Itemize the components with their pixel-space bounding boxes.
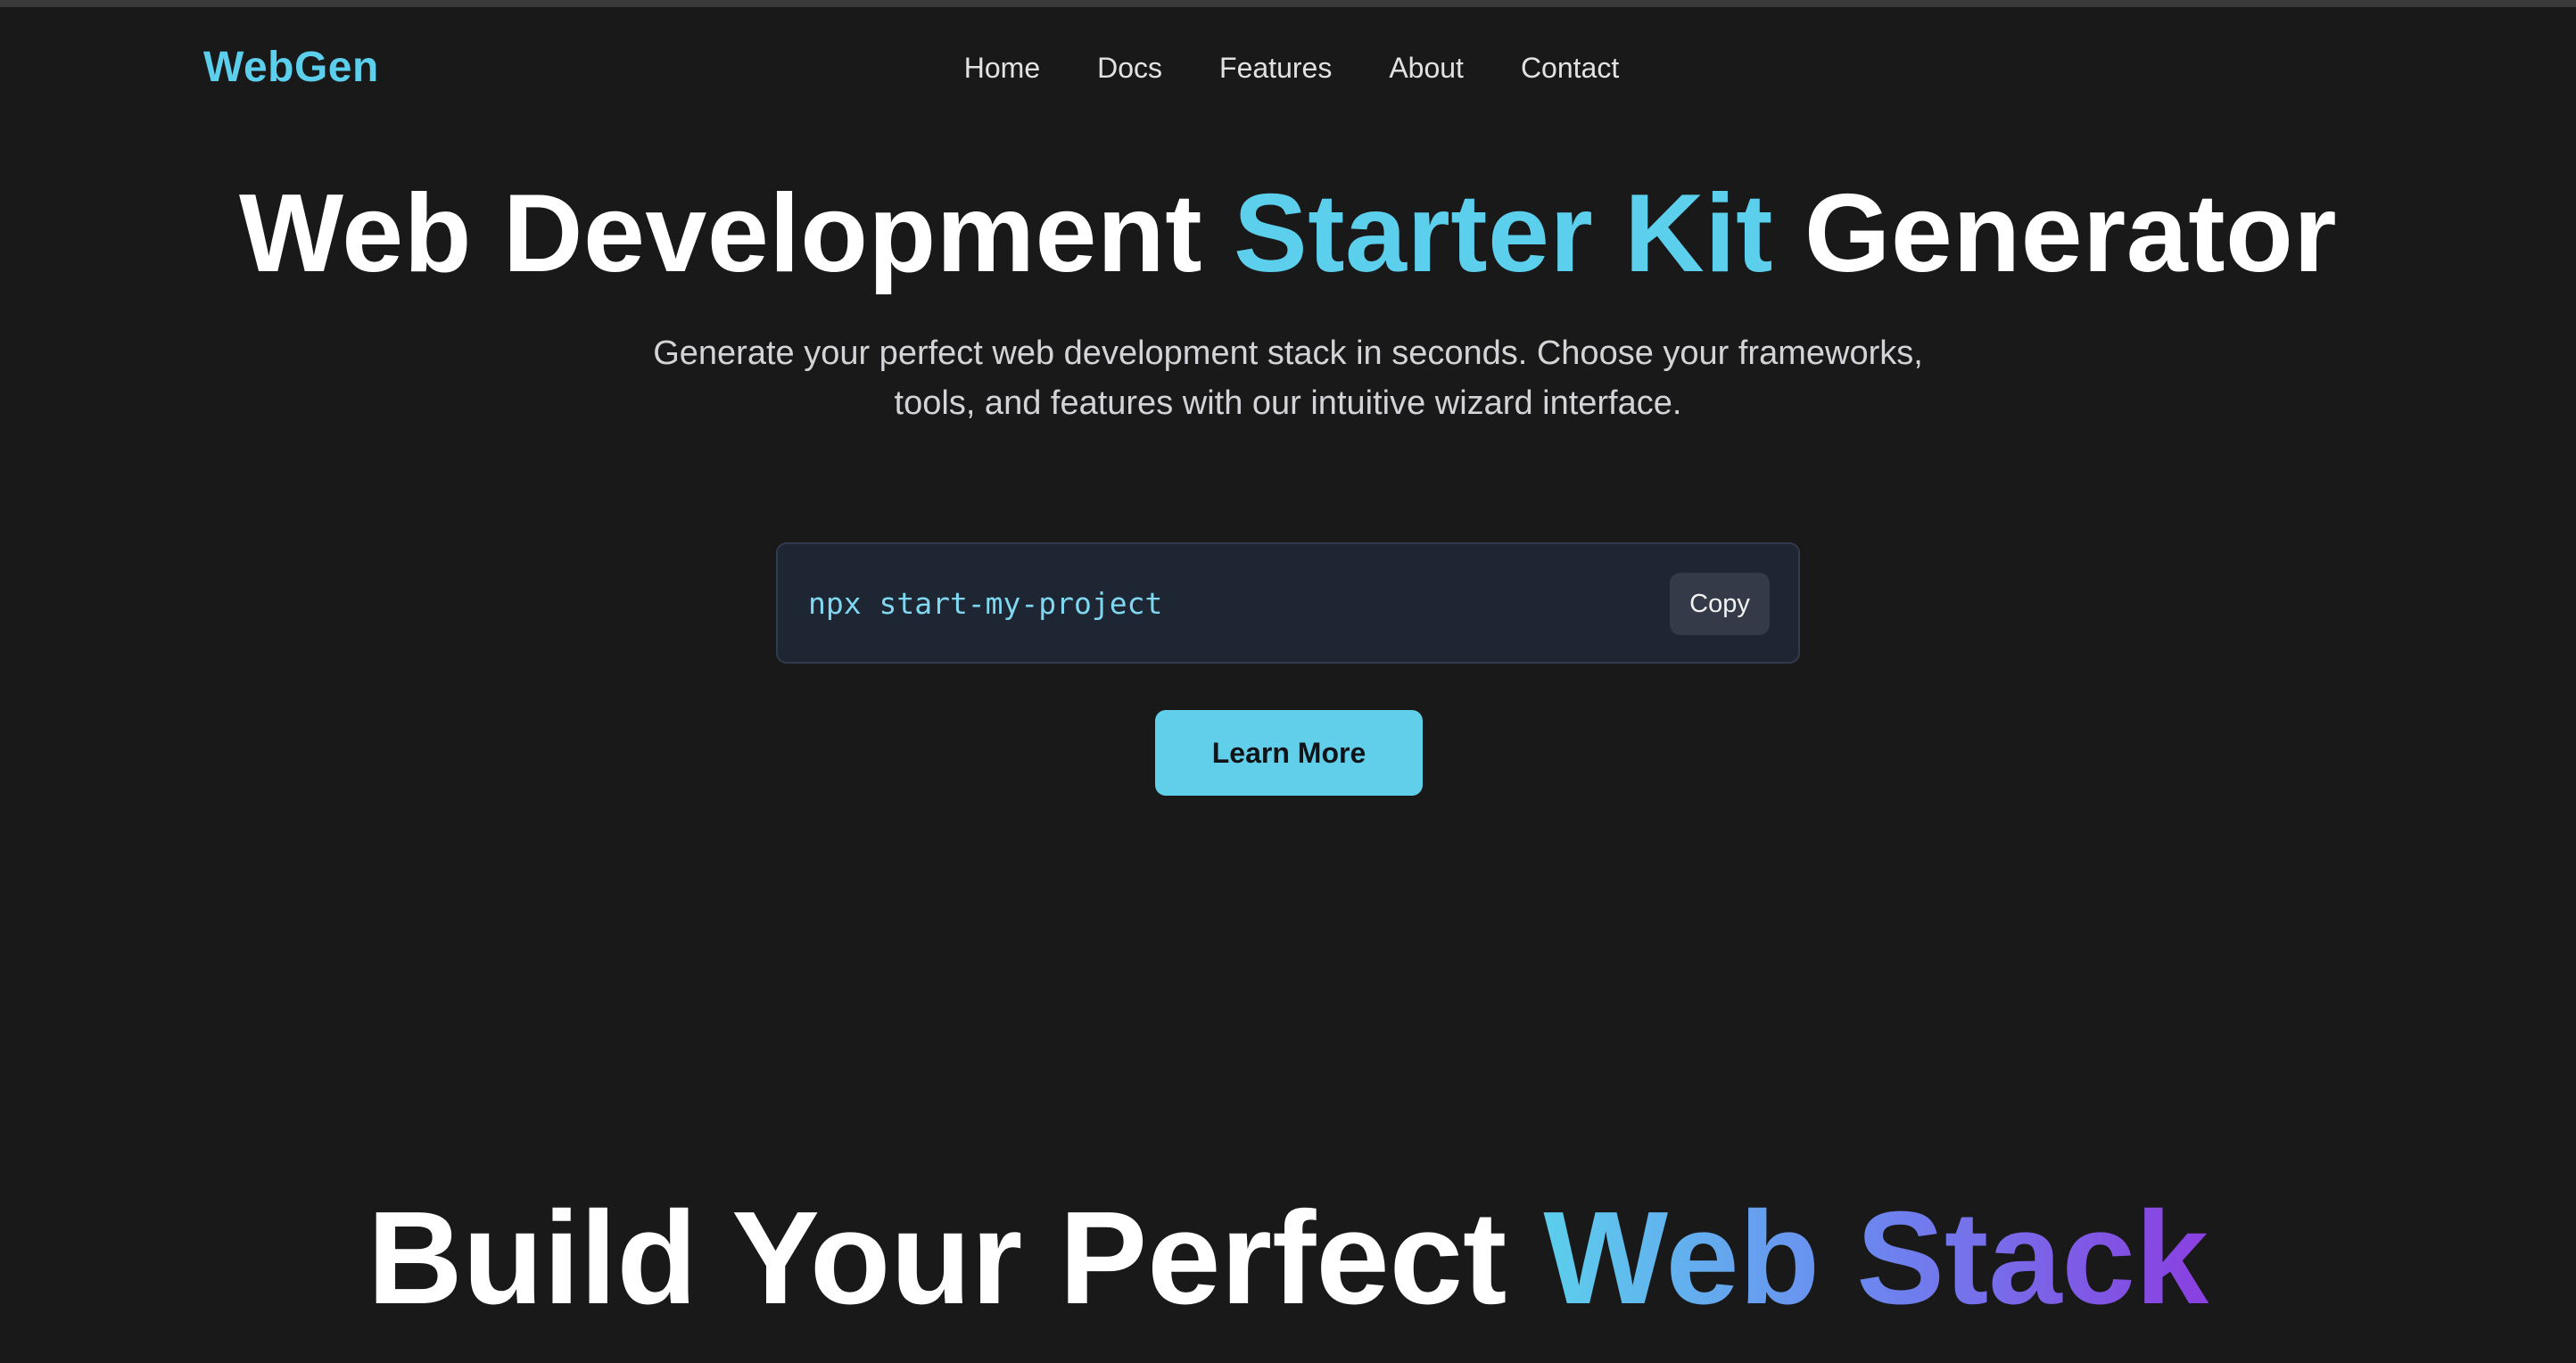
learn-more-button[interactable]: Learn More xyxy=(1155,710,1423,796)
command-box: npx start-my-project Copy xyxy=(776,542,1800,664)
navbar: WebGen Home Docs Features About Contact xyxy=(0,7,2576,121)
command-text[interactable]: npx start-my-project xyxy=(808,583,1162,624)
hero-subtitle: Generate your perfect web development st… xyxy=(0,328,2576,428)
nav-link-docs[interactable]: Docs xyxy=(1097,46,1162,89)
hero-title-accent: Starter Kit xyxy=(1233,172,1773,295)
page: WebGen Home Docs Features About Contact … xyxy=(0,0,2576,1363)
section-title-gradient: Web Stack xyxy=(1543,1185,2209,1332)
nav-link-contact[interactable]: Contact xyxy=(1521,46,1619,89)
hero-subtitle-line-2: tools, and features with our intuitive w… xyxy=(894,384,1682,422)
browser-top-strip xyxy=(0,0,2576,7)
hero-title-start: Web Development xyxy=(238,172,1234,295)
copy-button[interactable]: Copy xyxy=(1670,573,1770,635)
nav-links: Home Docs Features About Contact xyxy=(0,46,2576,89)
nav-link-about[interactable]: About xyxy=(1389,46,1464,89)
section-title-start: Build Your Perfect xyxy=(367,1185,1544,1332)
section-title: Build Your Perfect Web Stack xyxy=(0,1183,2576,1334)
hero-title: Web Development Starter Kit Generator xyxy=(0,171,2576,296)
hero-title-end: Generator xyxy=(1772,172,2338,295)
nav-menu: Home Docs Features About Contact xyxy=(964,46,1619,89)
hero-subtitle-line-1: Generate your perfect web development st… xyxy=(653,335,1923,372)
nav-link-features[interactable]: Features xyxy=(1219,46,1332,89)
nav-link-home[interactable]: Home xyxy=(964,46,1040,89)
